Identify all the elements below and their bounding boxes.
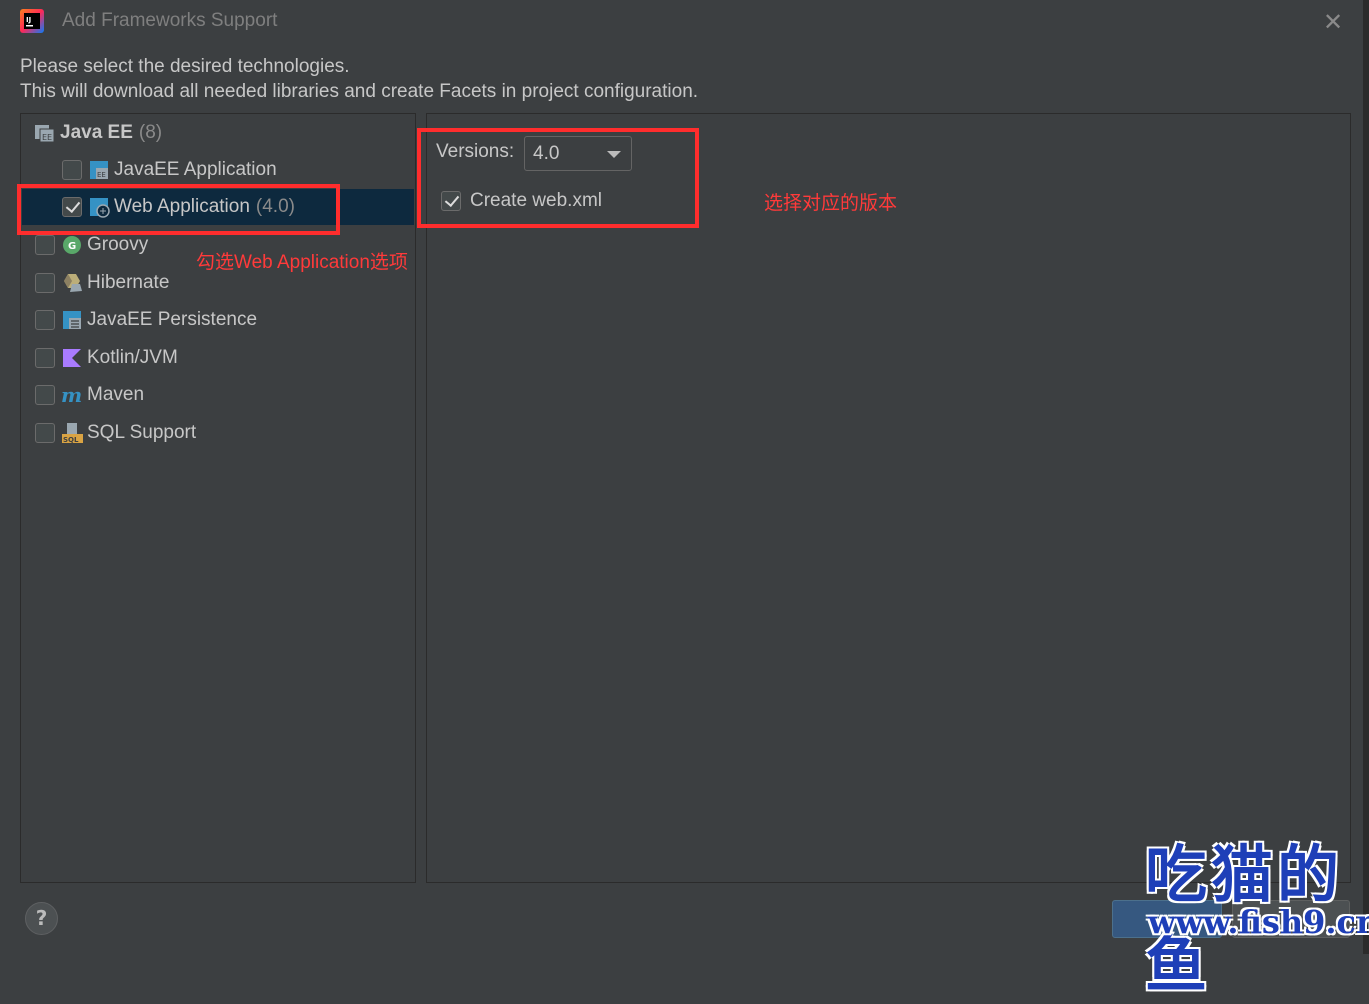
annotation-select-version: 选择对应的版本 [764, 193, 898, 214]
annotation-check-web-application: 勾选Web Application选项 [196, 252, 408, 273]
tree-group-count: (8) [138, 122, 163, 143]
javaee-persistence-checkbox[interactable] [35, 310, 55, 330]
maven-checkbox[interactable] [35, 385, 55, 405]
tree-item-label: JavaEE Application [114, 159, 277, 180]
persistence-icon [61, 309, 83, 331]
hibernate-checkbox[interactable] [35, 273, 55, 293]
tree-item-label: Hibernate [87, 272, 170, 293]
hibernate-icon [61, 272, 83, 294]
watermark-url: www.fish9.cn [1148, 903, 1369, 941]
tree-item-label: Kotlin/JVM [87, 347, 178, 368]
javaee-application-icon: EE [88, 159, 110, 181]
groovy-checkbox[interactable] [35, 235, 55, 255]
window-title: Add Frameworks Support [62, 10, 278, 31]
svg-text:IJ: IJ [26, 16, 31, 24]
title-bar: IJ Add Frameworks Support ✕ [0, 0, 1369, 44]
help-button[interactable]: ? [25, 902, 58, 935]
tree-item-label: SQL Support [87, 422, 197, 443]
window-edge [1363, 0, 1369, 954]
tree-item-label: Groovy [87, 234, 149, 255]
svg-text:SQL: SQL [63, 436, 79, 444]
javaee-group-icon: EE [34, 122, 56, 144]
tree-group-javaee[interactable]: EE Java EE (8) [34, 115, 414, 151]
tree-item-sql-support[interactable]: SQL SQL Support [35, 415, 414, 451]
tree-item-label: Maven [87, 384, 145, 405]
tree-item-javaee-persistence[interactable]: JavaEE Persistence [35, 302, 414, 338]
tree-item-maven[interactable]: m Maven [35, 377, 414, 413]
description-line-2: This will download all needed libraries … [20, 81, 699, 102]
kotlin-icon [61, 347, 83, 369]
description-line-1: Please select the desired technologies. [20, 56, 350, 77]
kotlin-jvm-checkbox[interactable] [35, 348, 55, 368]
svg-text:G: G [68, 241, 76, 252]
sql-support-checkbox[interactable] [35, 423, 55, 443]
tree-item-kotlin-jvm[interactable]: Kotlin/JVM [35, 340, 414, 376]
svg-text:EE: EE [42, 133, 52, 142]
close-button[interactable]: ✕ [1320, 9, 1346, 35]
javaee-application-checkbox[interactable] [62, 160, 82, 180]
tree-item-javaee-application[interactable]: EE JavaEE Application [62, 152, 414, 188]
maven-icon: m [61, 383, 83, 407]
add-frameworks-dialog: IJ Add Frameworks Support ✕ Please selec… [0, 0, 1369, 1001]
highlight-box-version [417, 128, 699, 228]
groovy-icon: G [61, 234, 83, 256]
highlight-box-web-application [17, 184, 340, 235]
intellij-icon: IJ [20, 9, 44, 33]
tree-item-label: JavaEE Persistence [87, 309, 258, 330]
framework-options-panel [426, 113, 1351, 883]
tree-group-label: Java EE [60, 122, 133, 143]
svg-text:m: m [61, 384, 82, 406]
sql-icon: SQL [61, 422, 83, 444]
svg-text:EE: EE [97, 171, 106, 179]
